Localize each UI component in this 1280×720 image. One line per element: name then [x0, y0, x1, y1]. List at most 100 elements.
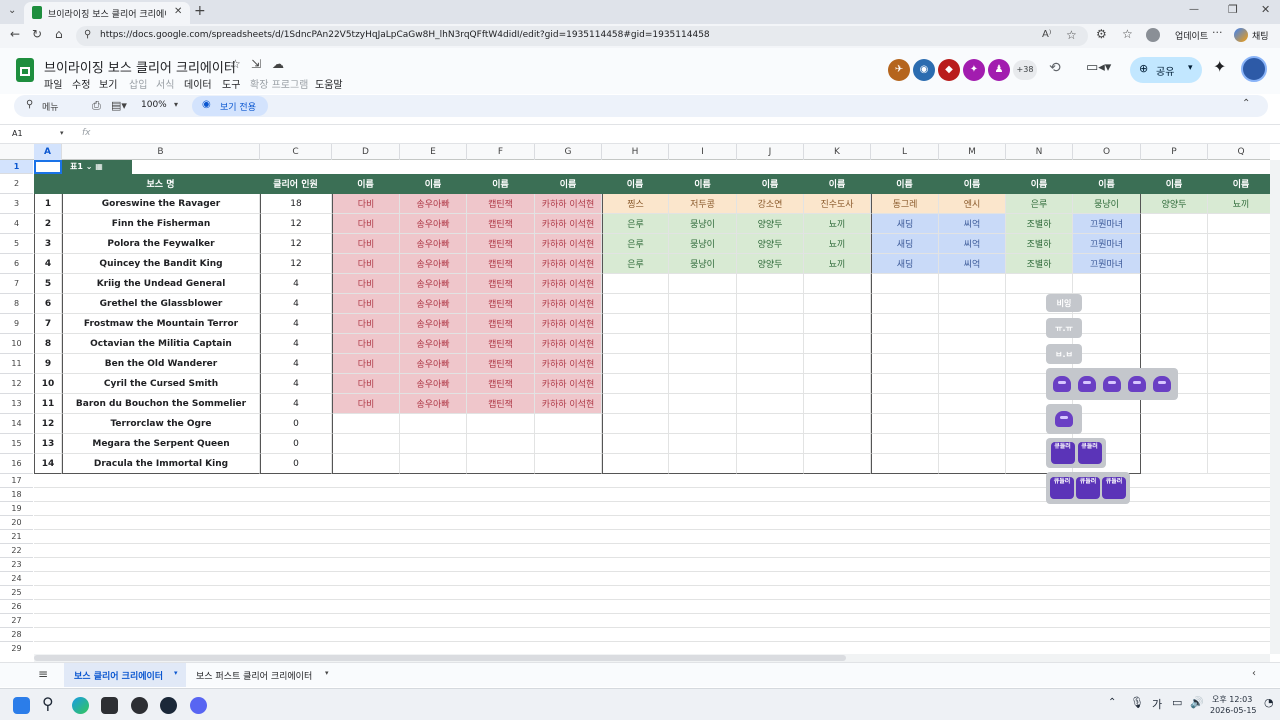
name-cell[interactable] [871, 354, 939, 374]
row-header-28[interactable]: 28 [0, 628, 33, 642]
column-header-i[interactable]: I [669, 144, 737, 160]
name-cell[interactable]: 다비 [332, 374, 400, 394]
url-field[interactable]: ⚲ https://docs.google.com/spreadsheets/d… [76, 26, 1088, 46]
name-cell[interactable] [804, 374, 871, 394]
zoom-select[interactable]: 100% [141, 100, 167, 110]
name-cell[interactable] [332, 434, 400, 454]
boss-number-cell[interactable]: 5 [34, 274, 62, 294]
clear-count-cell[interactable]: 12 [260, 254, 332, 274]
name-cell[interactable] [871, 314, 939, 334]
name-cell[interactable] [1208, 434, 1270, 454]
name-cell[interactable]: 양양두 [737, 254, 804, 274]
clear-count-cell[interactable]: 0 [260, 414, 332, 434]
chrome-icon[interactable] [131, 697, 148, 714]
name-cell[interactable] [669, 334, 737, 354]
column-header-q[interactable]: Q [1208, 144, 1270, 160]
name-cell[interactable] [939, 414, 1006, 434]
boss-name-cell[interactable]: Terrorclaw the Ogre [62, 414, 260, 434]
row-header-18[interactable]: 18 [0, 488, 33, 502]
name-cell[interactable] [871, 434, 939, 454]
file-explorer-icon[interactable] [101, 697, 118, 714]
name-cell[interactable]: 다비 [332, 214, 400, 234]
name-cell[interactable] [737, 434, 804, 454]
header-cell[interactable]: 이름 [737, 174, 804, 194]
row-header-12[interactable]: 12 [0, 374, 33, 394]
name-cell[interactable] [939, 434, 1006, 454]
name-cell[interactable] [669, 314, 737, 334]
copilot-icon[interactable] [1234, 28, 1248, 42]
name-cell[interactable] [939, 394, 1006, 414]
boss-number-cell[interactable]: 1 [34, 194, 62, 214]
header-cell[interactable]: 이름 [332, 174, 400, 194]
name-cell[interactable] [1141, 294, 1208, 314]
row-header-1[interactable]: 1 [0, 160, 33, 174]
name-cell[interactable]: 캡틴잭 [467, 234, 535, 254]
name-cell[interactable] [804, 394, 871, 414]
floating-image[interactable]: 큐들러 큐들러 큐들러 [1046, 472, 1130, 504]
clear-count-cell[interactable]: 4 [260, 314, 332, 334]
clear-count-cell[interactable]: 4 [260, 334, 332, 354]
name-cell[interactable] [467, 414, 535, 434]
sheet-tab-active[interactable]: 보스 클리어 크리에이터 ▾ [64, 663, 186, 687]
name-cell[interactable] [1208, 214, 1270, 234]
menu-insert[interactable]: 삽입 [129, 76, 147, 91]
column-header-n[interactable]: N [1006, 144, 1073, 160]
name-cell[interactable] [1208, 414, 1270, 434]
name-cell[interactable]: 다비 [332, 354, 400, 374]
taskbar-search-icon[interactable]: ⚲ [42, 694, 54, 713]
name-cell[interactable]: 송우아빠 [400, 234, 467, 254]
name-cell[interactable] [1141, 234, 1208, 254]
name-cell[interactable]: 끄뭔마녀 [1073, 214, 1141, 234]
name-cell[interactable] [602, 274, 669, 294]
edge-icon[interactable] [72, 697, 89, 714]
name-cell[interactable]: 끄뭔마녀 [1073, 234, 1141, 254]
row-header-8[interactable]: 8 [0, 294, 33, 314]
name-cell[interactable]: 송우아빠 [400, 214, 467, 234]
boss-number-cell[interactable]: 4 [34, 254, 62, 274]
boss-name-cell[interactable]: Polora the Feywalker [62, 234, 260, 254]
header-cell[interactable]: 이름 [1208, 174, 1270, 194]
name-cell[interactable] [1141, 314, 1208, 334]
close-tab-icon[interactable]: ✕ [174, 6, 182, 17]
name-cell[interactable]: 송우아빠 [400, 334, 467, 354]
header-cell[interactable]: 이름 [602, 174, 669, 194]
name-cell[interactable] [737, 354, 804, 374]
name-cell[interactable] [669, 274, 737, 294]
minimize-icon[interactable]: — [1189, 4, 1199, 15]
name-cell[interactable]: 엔시 [939, 194, 1006, 214]
name-cell[interactable] [1073, 274, 1141, 294]
name-cell[interactable] [1141, 334, 1208, 354]
name-cell[interactable]: 저두콩 [669, 194, 737, 214]
name-cell[interactable]: 다비 [332, 294, 400, 314]
name-cell[interactable] [1208, 454, 1270, 474]
name-cell[interactable]: 캡틴잭 [467, 394, 535, 414]
name-cell[interactable]: 새딩 [871, 254, 939, 274]
name-cell[interactable]: 찡스 [602, 194, 669, 214]
name-cell[interactable]: 뇨끼 [1208, 194, 1270, 214]
horizontal-scroll-thumb[interactable] [34, 655, 846, 661]
notification-icon[interactable]: ◔ [1264, 696, 1274, 709]
name-cell[interactable] [400, 454, 467, 474]
name-cell[interactable] [804, 314, 871, 334]
tray-overflow-icon[interactable]: ⌃ [1108, 697, 1116, 708]
column-header-d[interactable]: D [332, 144, 400, 160]
gemini-icon[interactable]: ✦ [1213, 57, 1226, 76]
name-cell[interactable] [535, 434, 602, 454]
row-header-19[interactable]: 19 [0, 502, 33, 516]
name-cell[interactable] [804, 454, 871, 474]
name-cell[interactable]: 조별하 [1006, 254, 1073, 274]
restore-icon[interactable]: ❐ [1228, 3, 1238, 16]
back-icon[interactable]: ← [10, 27, 20, 41]
header-cell[interactable]: 이름 [1141, 174, 1208, 194]
boss-name-cell[interactable]: Grethel the Glassblower [62, 294, 260, 314]
header-cell[interactable]: 이름 [535, 174, 602, 194]
name-cell[interactable]: 다비 [332, 274, 400, 294]
name-cell[interactable] [737, 414, 804, 434]
boss-name-cell[interactable]: Quincey the Bandit King [62, 254, 260, 274]
name-cell[interactable] [939, 374, 1006, 394]
name-cell[interactable]: 뇨끼 [804, 214, 871, 234]
name-cell[interactable] [1141, 454, 1208, 474]
name-cell[interactable]: 은루 [602, 214, 669, 234]
column-header-p[interactable]: P [1141, 144, 1208, 160]
name-cell[interactable]: 씨억 [939, 214, 1006, 234]
